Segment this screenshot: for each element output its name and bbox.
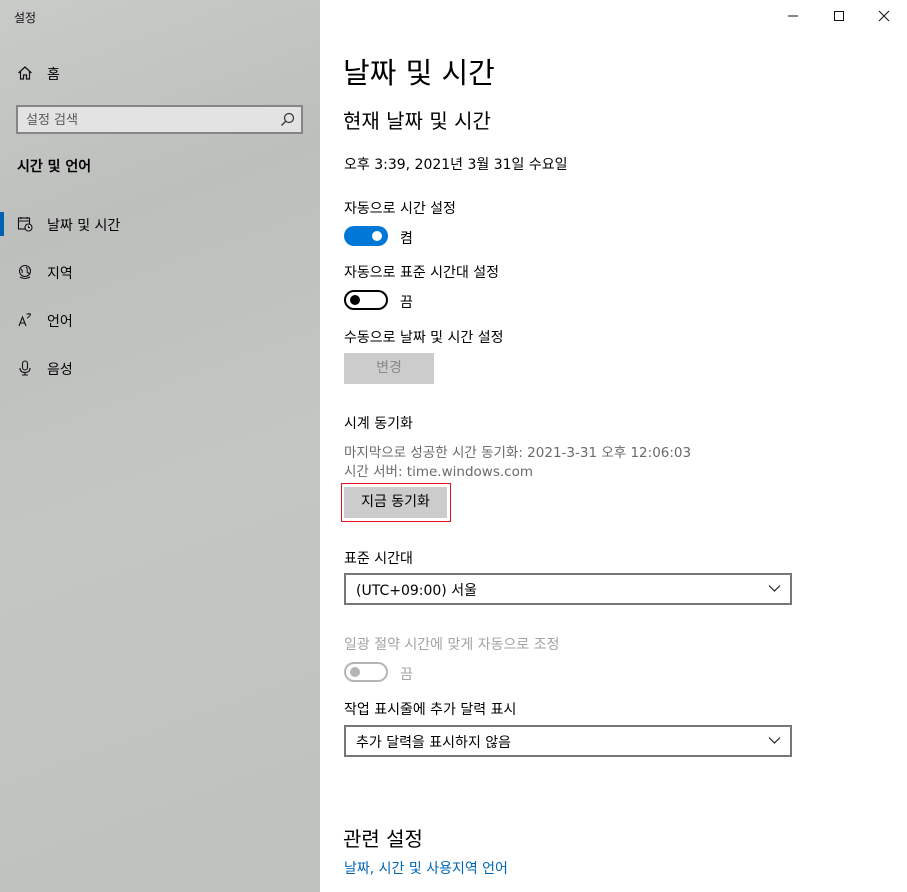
close-icon xyxy=(878,10,890,22)
sidebar-item-speech[interactable]: 음성 xyxy=(0,348,320,388)
chevron-down-icon xyxy=(768,737,781,744)
dst-toggle[interactable] xyxy=(344,662,388,682)
close-button[interactable] xyxy=(861,0,907,32)
related-settings-title: 관련 설정 xyxy=(343,827,423,851)
sync-title: 시계 동기화 xyxy=(344,416,413,432)
sidebar-item-label: 음성 xyxy=(47,362,73,378)
change-button[interactable]: 변경 xyxy=(344,353,434,384)
maximize-icon xyxy=(834,11,844,21)
auto-timezone-state: 끔 xyxy=(400,295,413,311)
auto-time-label: 자동으로 시간 설정 xyxy=(344,201,456,217)
sync-now-button[interactable]: 지금 동기화 xyxy=(344,487,447,518)
maximize-button[interactable] xyxy=(816,0,862,32)
search-icon[interactable] xyxy=(280,112,295,127)
minimize-icon xyxy=(788,15,798,17)
sidebar-item-region[interactable]: 지역 xyxy=(0,252,320,292)
section-heading-current: 현재 날짜 및 시간 xyxy=(343,109,491,133)
dst-state: 끔 xyxy=(400,667,413,683)
taskbar-calendar-select[interactable]: 추가 달력을 표시하지 않음 xyxy=(344,725,792,757)
timezone-select[interactable]: (UTC+09:00) 서울 xyxy=(344,573,792,605)
auto-time-state: 켬 xyxy=(400,231,413,247)
taskbar-calendar-value: 추가 달력을 표시하지 않음 xyxy=(356,735,512,751)
auto-timezone-toggle[interactable] xyxy=(344,290,388,310)
sidebar-item-label: 언어 xyxy=(47,314,73,330)
current-datetime: 오후 3:39, 2021년 3월 31일 수요일 xyxy=(344,157,568,173)
sidebar-item-label: 지역 xyxy=(47,266,73,282)
toggle-knob xyxy=(350,667,360,677)
minimize-button[interactable] xyxy=(770,0,816,32)
page-title: 날짜 및 시간 xyxy=(343,56,495,90)
sidebar-item-date-time[interactable]: 날짜 및 시간 xyxy=(0,204,320,244)
app-title: 설정 xyxy=(14,11,37,25)
home-icon xyxy=(17,65,33,81)
auto-time-toggle[interactable] xyxy=(344,226,388,246)
related-settings-link[interactable]: 날짜, 시간 및 사용지역 언어 xyxy=(344,858,508,878)
last-sync-text: 마지막으로 성공한 시간 동기화: 2021-3-31 오후 12:06:03 xyxy=(344,445,692,461)
section-title: 시간 및 언어 xyxy=(17,159,92,175)
timezone-value: (UTC+09:00) 서울 xyxy=(356,583,477,599)
chevron-down-icon xyxy=(768,585,781,592)
main-content: 날짜 및 시간 현재 날짜 및 시간 오후 3:39, 2021년 3월 31일… xyxy=(320,0,907,892)
manual-datetime-label: 수동으로 날짜 및 시간 설정 xyxy=(344,330,504,346)
sidebar-item-language[interactable]: 언어 xyxy=(0,300,320,340)
dst-label: 일광 절약 시간에 맞게 자동으로 조정 xyxy=(344,637,560,653)
toggle-knob xyxy=(372,231,382,241)
timezone-label: 표준 시간대 xyxy=(344,551,413,567)
sidebar-item-home[interactable]: 홈 xyxy=(0,56,320,90)
sidebar-item-label: 홈 xyxy=(47,67,60,83)
auto-timezone-label: 자동으로 표준 시간대 설정 xyxy=(344,265,500,281)
taskbar-calendar-label: 작업 표시줄에 추가 달력 표시 xyxy=(344,702,517,718)
time-server-text: 시간 서버: time.windows.com xyxy=(344,464,533,480)
globe-icon xyxy=(17,264,33,280)
calendar-clock-icon xyxy=(17,216,33,232)
sidebar: 설정 홈 시간 및 언어 날짜 및 시간 지역 언어 xyxy=(0,0,320,892)
toggle-knob xyxy=(350,295,360,305)
sidebar-item-label: 날짜 및 시간 xyxy=(47,218,121,234)
search-input[interactable] xyxy=(26,110,266,130)
microphone-icon xyxy=(17,360,33,376)
search-box[interactable] xyxy=(16,105,303,134)
active-indicator xyxy=(0,212,4,236)
language-icon xyxy=(17,312,33,328)
